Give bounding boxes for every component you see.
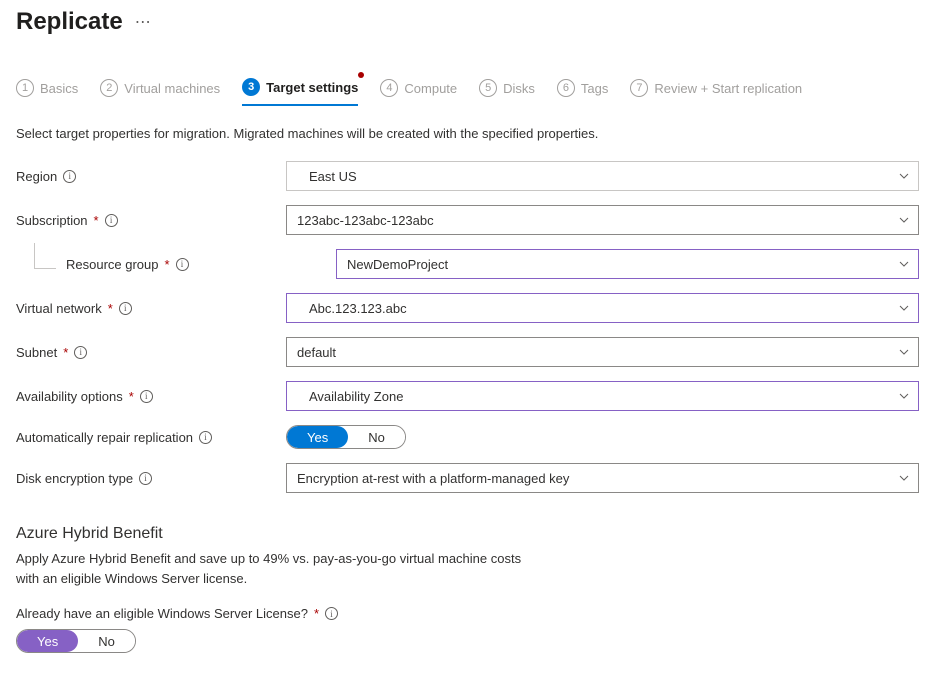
chevron-down-icon	[898, 390, 910, 402]
row-disk-encryption: Disk encryption type i Encryption at-res…	[16, 463, 919, 493]
row-resource-group: Resource group * i NewDemoProject	[16, 249, 919, 279]
page-title: Replicate	[16, 8, 123, 36]
step-number-icon: 6	[557, 79, 575, 97]
info-icon[interactable]: i	[63, 170, 76, 183]
tab-virtual-machines[interactable]: 2 Virtual machines	[100, 72, 220, 106]
indent-connector-icon	[34, 243, 56, 269]
resource-group-select[interactable]: NewDemoProject	[336, 249, 919, 279]
info-icon[interactable]: i	[105, 214, 118, 227]
subscription-select[interactable]: 123abc-123abc-123abc	[286, 205, 919, 235]
info-icon[interactable]: i	[140, 390, 153, 403]
license-toggle: Yes No	[16, 629, 136, 653]
label-region: Region i	[16, 169, 286, 184]
step-number-icon: 1	[16, 79, 34, 97]
row-subscription: Subscription * i 123abc-123abc-123abc	[16, 205, 919, 235]
row-availability: Availability options * i Availability Zo…	[16, 381, 919, 411]
tab-label: Tags	[581, 81, 608, 96]
tab-label: Target settings	[266, 80, 358, 95]
tab-label: Review + Start replication	[654, 81, 802, 96]
license-question-label: Already have an eligible Windows Server …	[16, 606, 308, 621]
region-select[interactable]: East US	[286, 161, 919, 191]
tab-compute[interactable]: 4 Compute	[380, 72, 457, 106]
hybrid-benefit-heading: Azure Hybrid Benefit	[16, 525, 919, 543]
step-number-icon: 4	[380, 79, 398, 97]
step-number-icon: 3	[242, 78, 260, 96]
label-auto-repair: Automatically repair replication i	[16, 430, 286, 445]
license-yes[interactable]: Yes	[17, 630, 78, 652]
hybrid-benefit-desc: Apply Azure Hybrid Benefit and save up t…	[16, 549, 919, 588]
chevron-down-icon	[898, 258, 910, 270]
chevron-down-icon	[898, 302, 910, 314]
disk-encryption-select[interactable]: Encryption at-rest with a platform-manag…	[286, 463, 919, 493]
tab-review[interactable]: 7 Review + Start replication	[630, 72, 802, 106]
required-asterisk: *	[63, 345, 68, 360]
row-auto-repair: Automatically repair replication i Yes N…	[16, 425, 919, 449]
label-resource-group: Resource group * i	[16, 257, 286, 272]
subnet-select[interactable]: default	[286, 337, 919, 367]
info-icon[interactable]: i	[325, 607, 338, 620]
required-asterisk: *	[94, 213, 99, 228]
validation-dot-icon	[358, 72, 364, 78]
license-no[interactable]: No	[78, 630, 135, 652]
row-virtual-network: Virtual network * i Abc.123.123.abc	[16, 293, 919, 323]
step-number-icon: 2	[100, 79, 118, 97]
info-icon[interactable]: i	[176, 258, 189, 271]
chevron-down-icon	[898, 170, 910, 182]
info-icon[interactable]: i	[119, 302, 132, 315]
row-region: Region i East US	[16, 161, 919, 191]
step-number-icon: 5	[479, 79, 497, 97]
label-virtual-network: Virtual network * i	[16, 301, 286, 316]
tab-basics[interactable]: 1 Basics	[16, 72, 78, 106]
label-availability: Availability options * i	[16, 389, 286, 404]
label-subnet: Subnet * i	[16, 345, 286, 360]
tab-label: Compute	[404, 81, 457, 96]
chevron-down-icon	[898, 214, 910, 226]
tab-label: Disks	[503, 81, 535, 96]
wizard-tabs: 1 Basics 2 Virtual machines 3 Target set…	[16, 72, 919, 106]
license-question-row: Already have an eligible Windows Server …	[16, 606, 919, 621]
label-disk-encryption: Disk encryption type i	[16, 471, 286, 486]
tab-tags[interactable]: 6 Tags	[557, 72, 608, 106]
auto-repair-no[interactable]: No	[348, 426, 405, 448]
tab-label: Virtual machines	[124, 81, 220, 96]
chevron-down-icon	[898, 346, 910, 358]
auto-repair-yes[interactable]: Yes	[287, 426, 348, 448]
info-icon[interactable]: i	[139, 472, 152, 485]
intro-text: Select target properties for migration. …	[16, 126, 919, 141]
info-icon[interactable]: i	[199, 431, 212, 444]
more-actions-icon[interactable]: ⋯	[135, 12, 151, 32]
info-icon[interactable]: i	[74, 346, 87, 359]
label-subscription: Subscription * i	[16, 213, 286, 228]
auto-repair-toggle: Yes No	[286, 425, 406, 449]
tab-disks[interactable]: 5 Disks	[479, 72, 535, 106]
virtual-network-select[interactable]: Abc.123.123.abc	[286, 293, 919, 323]
step-number-icon: 7	[630, 79, 648, 97]
required-asterisk: *	[314, 606, 319, 621]
chevron-down-icon	[898, 472, 910, 484]
row-subnet: Subnet * i default	[16, 337, 919, 367]
required-asterisk: *	[129, 389, 134, 404]
required-asterisk: *	[108, 301, 113, 316]
availability-select[interactable]: Availability Zone	[286, 381, 919, 411]
required-asterisk: *	[165, 257, 170, 272]
tab-target-settings[interactable]: 3 Target settings	[242, 72, 358, 106]
tab-label: Basics	[40, 81, 78, 96]
page-header: Replicate ⋯	[16, 8, 919, 36]
